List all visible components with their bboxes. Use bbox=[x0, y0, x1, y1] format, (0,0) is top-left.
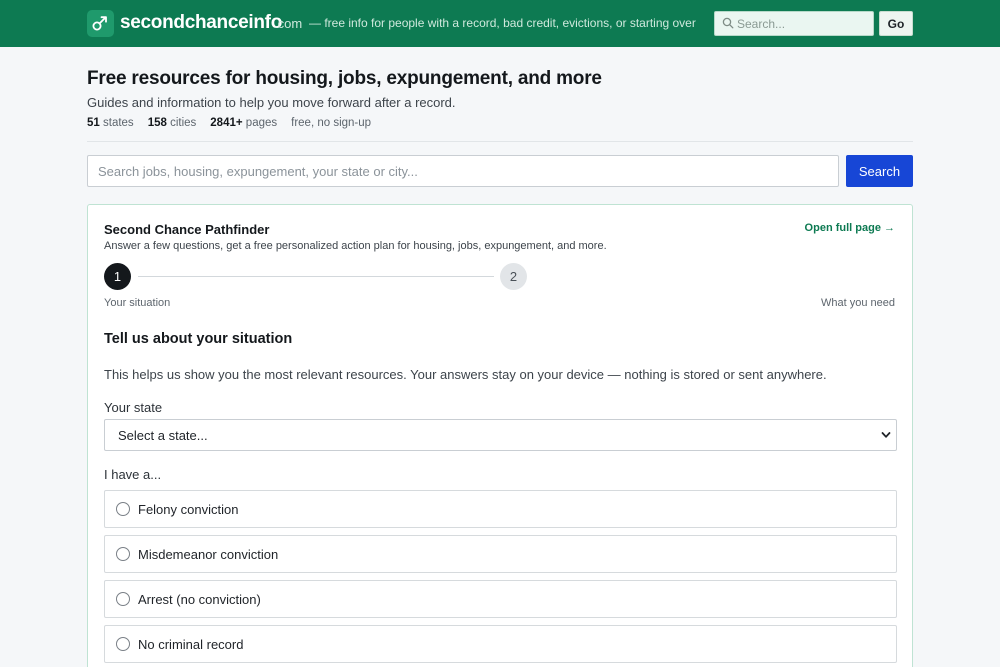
option-label: Misdemeanor conviction bbox=[138, 547, 279, 562]
page-title: Free resources for housing, jobs, expung… bbox=[87, 68, 602, 89]
search-icon bbox=[722, 17, 734, 29]
pathfinder-subtitle: Answer a few questions, get a free perso… bbox=[104, 240, 607, 252]
step-2-indicator[interactable]: 2 bbox=[500, 263, 527, 290]
stat-states: 51 states bbox=[87, 117, 134, 129]
open-full-page-link[interactable]: Open full page → bbox=[805, 222, 895, 234]
radio-button[interactable] bbox=[116, 547, 130, 561]
top-navbar: secondchanceinfo .com — free info for pe… bbox=[0, 0, 1000, 47]
stat-note: free, no sign-up bbox=[291, 117, 372, 129]
section-title: Tell us about your situation bbox=[104, 331, 293, 347]
section-description: This helps us show you the most relevant… bbox=[104, 367, 827, 382]
step-2-label: What you need bbox=[821, 297, 895, 309]
page-subtitle: Guides and information to help you move … bbox=[87, 95, 456, 110]
tagline: — free info for people with a record, ba… bbox=[309, 16, 696, 30]
option-label: No criminal record bbox=[138, 637, 244, 652]
option-no-record[interactable]: No criminal record bbox=[104, 625, 897, 663]
option-label: Felony conviction bbox=[138, 502, 239, 517]
stat-pages: 2841+ pages bbox=[210, 117, 278, 129]
radio-button[interactable] bbox=[116, 637, 130, 651]
site-stats: 51 states 158 cities 2841+ pages free, n… bbox=[87, 117, 371, 129]
radio-button[interactable] bbox=[116, 592, 130, 606]
option-label: Arrest (no conviction) bbox=[138, 592, 261, 607]
state-select-value: Select a state... bbox=[118, 428, 208, 443]
logo[interactable] bbox=[87, 10, 114, 37]
record-type-label: I have a... bbox=[104, 467, 162, 482]
share-arrow-icon bbox=[92, 16, 107, 31]
go-button[interactable]: Go bbox=[879, 11, 913, 36]
option-arrest[interactable]: Arrest (no conviction) bbox=[104, 580, 897, 618]
state-label: Your state bbox=[104, 400, 163, 415]
radio-button[interactable] bbox=[116, 502, 130, 516]
option-felony[interactable]: Felony conviction bbox=[104, 490, 897, 528]
pathfinder-card: Second Chance Pathfinder Answer a few qu… bbox=[87, 204, 913, 667]
chevron-down-icon bbox=[881, 432, 891, 438]
state-select[interactable]: Select a state... bbox=[104, 419, 897, 451]
step-1-indicator: 1 bbox=[104, 263, 131, 290]
brand-tld: .com bbox=[274, 16, 303, 31]
search-button[interactable]: Search bbox=[846, 155, 913, 187]
pathfinder-title: Second Chance Pathfinder bbox=[104, 222, 270, 237]
stat-cities: 158 cities bbox=[147, 117, 197, 129]
header-search bbox=[714, 11, 874, 36]
step-1-label: Your situation bbox=[104, 297, 171, 309]
header-search-input[interactable] bbox=[737, 12, 871, 35]
step-progress-line bbox=[138, 276, 494, 277]
option-misdemeanor[interactable]: Misdemeanor conviction bbox=[104, 535, 897, 573]
main-search-input[interactable] bbox=[87, 155, 839, 187]
divider bbox=[87, 141, 913, 142]
brand-name[interactable]: secondchanceinfo bbox=[120, 12, 282, 34]
